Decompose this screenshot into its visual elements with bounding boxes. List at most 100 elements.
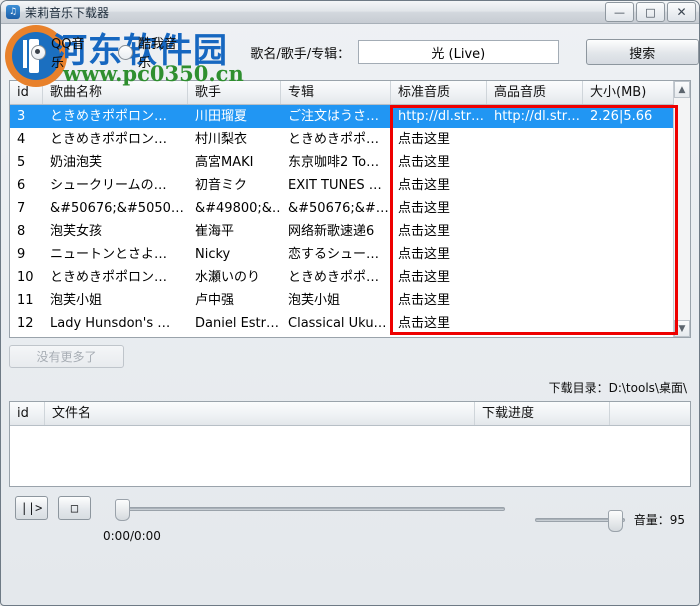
cell-song-name: 奶油泡芙 <box>50 155 103 170</box>
search-input[interactable]: 光 (Live) <box>358 40 559 64</box>
cell-song-name: 泡芙女孩 <box>50 224 103 239</box>
cell-id: 6 <box>17 178 26 193</box>
cell-album: 网络新歌速递6 <box>288 224 375 239</box>
window-title: 茉莉音乐下载器 <box>25 5 110 20</box>
maximize-button[interactable]: □ <box>636 2 665 22</box>
radio-source-qq-label: QQ音乐 <box>51 37 85 71</box>
download-directory-label: 下载目录：D:\tools\桌面\ <box>548 381 687 395</box>
column-header-id[interactable]: id <box>10 81 43 104</box>
scrollbar-track[interactable] <box>674 98 690 320</box>
volume-slider[interactable] <box>534 510 625 532</box>
cell-standard-quality[interactable]: 点击这里 <box>391 151 487 174</box>
results-table-header: id 歌曲名称 歌手 专辑 标准音质 高品音质 大小(MB) <box>10 81 690 105</box>
cell-song-name: ニュートンとさよ… <box>50 247 168 262</box>
downloads-table: id 文件名 下载进度 <box>9 401 691 487</box>
music-note-icon: ♫ <box>6 5 20 19</box>
download-column-header-progress[interactable]: 下载进度 <box>475 402 610 425</box>
cell-id: 7 <box>17 201 26 216</box>
download-column-header-extra[interactable] <box>610 402 690 425</box>
cell-song-name: ときめきポポロン… <box>50 270 168 285</box>
radio-source-kuwo[interactable]: 酷我音乐 <box>117 33 188 71</box>
column-header-song-name[interactable]: 歌曲名称 <box>43 81 188 104</box>
playback-time: 0:00/0:00 <box>103 529 161 543</box>
cell-id: 12 <box>17 316 34 331</box>
radio-source-qq[interactable]: QQ音乐 <box>31 33 96 71</box>
cell-artist: 崔海平 <box>195 224 235 239</box>
cell-song-name: ときめきポポロン… <box>50 132 168 147</box>
cell-id: 10 <box>17 270 34 285</box>
cell-album: Classical Uku… <box>288 316 387 331</box>
cell-standard-quality[interactable]: 点击这里 <box>391 197 487 220</box>
column-header-standard-quality[interactable]: 标准音质 <box>391 81 487 104</box>
cell-album: EXIT TUNES … <box>288 178 382 193</box>
results-table-body: 3 ときめきポポロン… 川田瑠夏 ご注文はうさ… http://dl.str… http:… <box>10 105 690 335</box>
volume-label: 音量：95 <box>633 512 685 527</box>
table-row[interactable]: 4 ときめきポポロン… 村川梨衣 ときめきポポ… 点击这里 <box>10 128 690 151</box>
app-window: ♫ 茉莉音乐下载器 — □ ✕ 河东软件园 www.pc0350.cn QQ音乐… <box>0 0 700 606</box>
cell-high-quality[interactable]: http://dl.str… <box>487 105 583 128</box>
volume-slider-thumb[interactable] <box>607 510 623 532</box>
cell-standard-quality[interactable]: 点击这里 <box>391 289 487 312</box>
cell-id: 5 <box>17 155 26 170</box>
column-header-high-quality[interactable]: 高品音质 <box>487 81 583 104</box>
column-header-artist[interactable]: 歌手 <box>188 81 281 104</box>
stop-button[interactable]: □ <box>58 496 91 520</box>
table-row[interactable]: 8 泡芙女孩 崔海平 网络新歌速递6 点击这里 <box>10 220 690 243</box>
cell-id: 9 <box>17 247 26 262</box>
table-row[interactable]: 6 シュークリームの… 初音ミク EXIT TUNES … 点击这里 <box>10 174 690 197</box>
cell-song-name: &#50676;&#5050… <box>50 201 184 216</box>
column-header-size[interactable]: 大小(MB) <box>583 81 663 104</box>
results-scrollbar[interactable]: ▲ ▼ <box>673 81 690 337</box>
cell-album: 恋するシュー… <box>288 247 380 262</box>
cell-artist: 水瀬いのり <box>195 270 261 285</box>
window-controls: — □ ✕ <box>605 2 696 22</box>
cell-song-name: シュークリームの… <box>50 178 167 193</box>
radio-dot-icon <box>31 44 46 60</box>
cell-standard-quality[interactable]: http://dl.str… <box>391 105 487 128</box>
download-column-header-filename[interactable]: 文件名 <box>45 402 475 425</box>
cell-artist: &#49800;&… <box>195 201 281 216</box>
table-row[interactable]: 12 Lady Hunsdon's … Daniel Estr… Classical … <box>10 312 690 335</box>
table-row[interactable]: 3 ときめきポポロン… 川田瑠夏 ご注文はうさ… http://dl.str… http:… <box>10 105 690 128</box>
download-column-header-id[interactable]: id <box>10 402 45 425</box>
cell-id: 4 <box>17 132 26 147</box>
cell-standard-quality[interactable]: 点击这里 <box>391 174 487 197</box>
cell-album: 泡芙小姐 <box>288 293 341 308</box>
downloads-table-header: id 文件名 下载进度 <box>10 402 690 426</box>
cell-size: 2.26|5.66 <box>590 109 653 124</box>
cell-standard-quality[interactable]: 点击这里 <box>391 312 487 335</box>
cell-album: ときめきポポ… <box>288 132 380 147</box>
column-header-album[interactable]: 专辑 <box>281 81 391 104</box>
volume-area: 音量：95 <box>534 510 685 532</box>
table-row[interactable]: 9 ニュートンとさよ… Nicky 恋するシュー… 点击这里 <box>10 243 690 266</box>
seek-slider-track <box>115 507 505 511</box>
close-button[interactable]: ✕ <box>667 2 696 22</box>
cell-album: &#50676;&#… <box>288 201 389 216</box>
chevron-down-icon[interactable]: ▼ <box>674 320 690 337</box>
search-button[interactable]: 搜索 <box>585 39 699 65</box>
cell-standard-quality[interactable]: 点击这里 <box>391 243 487 266</box>
cell-artist: 卢中强 <box>195 293 235 308</box>
seek-slider-thumb[interactable] <box>115 499 130 521</box>
cell-album: ときめきポポ… <box>288 270 380 285</box>
table-row[interactable]: 5 奶油泡芙 高宮MAKI 东京咖啡2 To… 点击这里 <box>10 151 690 174</box>
cell-song-name: Lady Hunsdon's … <box>50 316 171 331</box>
seek-slider[interactable] <box>115 499 505 521</box>
play-pause-button[interactable]: ||> <box>15 496 48 520</box>
cell-standard-quality[interactable]: 点击这里 <box>391 128 487 151</box>
cell-standard-quality[interactable]: 点击这里 <box>391 220 487 243</box>
search-label: 歌名/歌手/专辑： <box>250 46 351 62</box>
radio-dot-icon <box>117 44 133 60</box>
load-more-button[interactable]: 没有更多了 <box>9 345 124 368</box>
cell-artist: 川田瑠夏 <box>195 109 248 124</box>
cell-song-name: ときめきポポロン… <box>50 109 168 124</box>
cell-standard-quality[interactable]: 点击这里 <box>391 266 487 289</box>
cell-id: 8 <box>17 224 26 239</box>
player-bar: ||> □ 0:00/0:00 音量：95 <box>1 496 699 566</box>
table-row[interactable]: 10 ときめきポポロン… 水瀬いのり ときめきポポ… 点击这里 <box>10 266 690 289</box>
chevron-up-icon[interactable]: ▲ <box>674 81 690 98</box>
minimize-button[interactable]: — <box>605 2 634 22</box>
table-row[interactable]: 7 &#50676;&#5050… &#49800;&… &#50676;&#… 点击这… <box>10 197 690 220</box>
cell-artist: 村川梨衣 <box>195 132 248 147</box>
table-row[interactable]: 11 泡芙小姐 卢中强 泡芙小姐 点击这里 <box>10 289 690 312</box>
